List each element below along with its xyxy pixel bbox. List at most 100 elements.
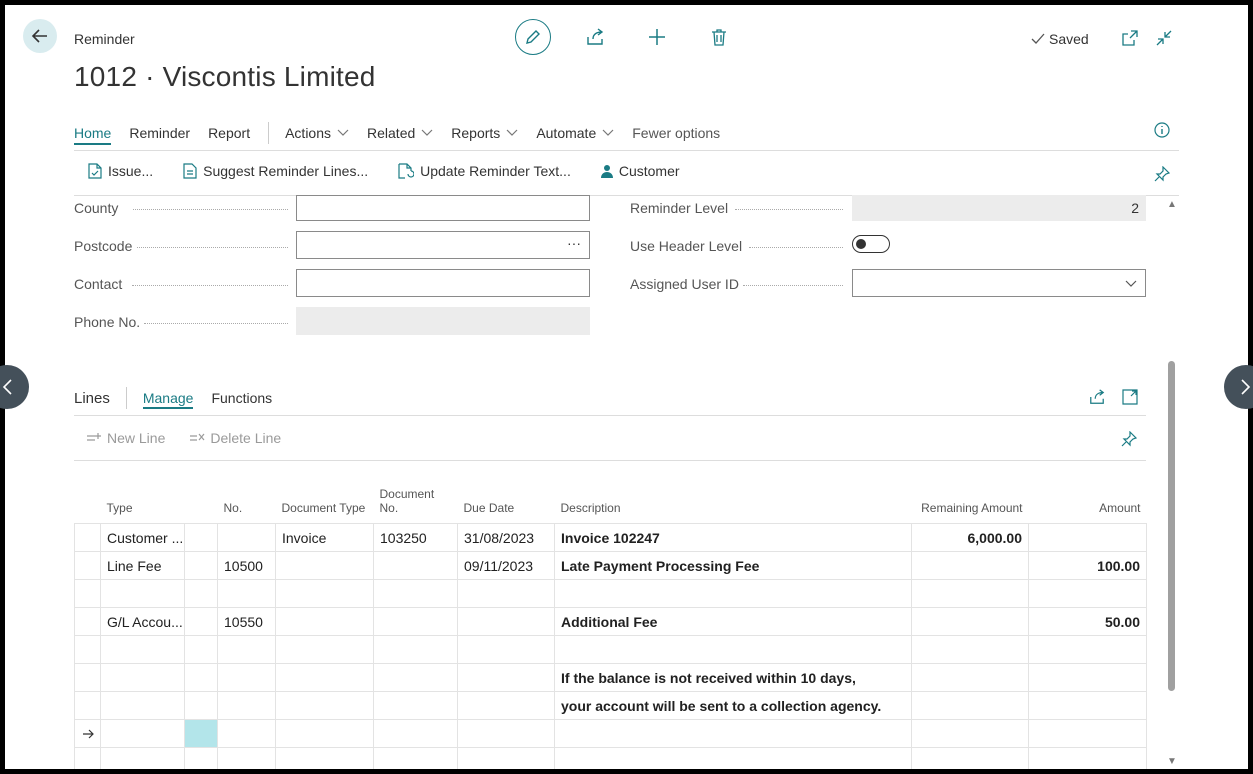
new-button[interactable] xyxy=(645,25,669,49)
cell-spacer[interactable] xyxy=(184,635,218,664)
col-document-no[interactable]: Document No. xyxy=(374,475,458,524)
cell-doc-no[interactable]: 103250 xyxy=(373,523,458,552)
cell-type[interactable] xyxy=(100,719,185,748)
tab-manage[interactable]: Manage xyxy=(142,390,194,409)
row-marker[interactable] xyxy=(74,719,101,748)
issue-action[interactable]: Issue... xyxy=(88,163,153,179)
cell-type[interactable] xyxy=(100,747,185,769)
cell-doc-type[interactable] xyxy=(275,691,374,720)
cell-no[interactable]: 10550 xyxy=(217,607,276,636)
cell-doc-no[interactable] xyxy=(373,691,458,720)
cell-doc-type[interactable] xyxy=(275,719,374,748)
scrollbar-thumb[interactable] xyxy=(1168,361,1175,691)
cell-amount[interactable] xyxy=(1028,635,1147,664)
row-marker[interactable] xyxy=(74,607,101,636)
cell-due[interactable] xyxy=(457,635,555,664)
cell-amount[interactable] xyxy=(1028,719,1147,748)
col-document-type[interactable]: Document Type xyxy=(276,475,374,524)
cell-remaining[interactable] xyxy=(911,691,1029,720)
table-row[interactable]: Line Fee 10500 09/11/2023 Late Payment Proc… xyxy=(74,551,1147,580)
cell-type[interactable] xyxy=(100,691,185,720)
postcode-input[interactable]: ··· xyxy=(296,231,590,259)
cell-doc-type[interactable] xyxy=(275,551,374,580)
cell-amount[interactable] xyxy=(1028,747,1147,769)
cell-doc-type[interactable] xyxy=(275,579,374,608)
table-row[interactable] xyxy=(74,719,1147,748)
use-header-level-toggle[interactable] xyxy=(852,235,890,253)
cell-due[interactable] xyxy=(457,607,555,636)
cell-amount[interactable] xyxy=(1028,691,1147,720)
tab-report[interactable]: Report xyxy=(208,125,250,141)
cell-due[interactable] xyxy=(457,691,555,720)
col-amount[interactable]: Amount xyxy=(1029,475,1147,524)
cell-due[interactable]: 31/08/2023 xyxy=(457,523,555,552)
cell-type[interactable]: Customer ... xyxy=(100,523,185,552)
update-text-action[interactable]: Update Reminder Text... xyxy=(398,163,571,179)
tab-reminder[interactable]: Reminder xyxy=(129,125,190,141)
cell-type[interactable]: Line Fee xyxy=(100,551,185,580)
cell-spacer[interactable] xyxy=(184,579,218,608)
edit-button[interactable] xyxy=(515,19,551,55)
cell-no[interactable] xyxy=(217,663,276,692)
cell-desc[interactable] xyxy=(554,635,912,664)
lines-expand-button[interactable] xyxy=(1120,387,1140,407)
cell-doc-no[interactable] xyxy=(373,579,458,608)
table-row[interactable] xyxy=(74,635,1147,664)
cell-due[interactable] xyxy=(457,663,555,692)
row-marker[interactable] xyxy=(74,579,101,608)
cell-due[interactable] xyxy=(457,719,555,748)
scroll-up-arrow[interactable]: ▲ xyxy=(1167,199,1177,210)
cell-no[interactable] xyxy=(217,523,276,552)
cell-due[interactable]: 09/11/2023 xyxy=(457,551,555,580)
pin-lines-button[interactable] xyxy=(1120,430,1138,448)
col-no[interactable]: No. xyxy=(218,475,276,524)
cell-desc[interactable]: Late Payment Processing Fee xyxy=(554,551,912,580)
cell-amount[interactable] xyxy=(1028,663,1147,692)
tab-home[interactable]: Home xyxy=(74,125,112,145)
cell-spacer[interactable] xyxy=(184,663,218,692)
delete-line-action[interactable]: Delete Line xyxy=(189,430,281,446)
cell-doc-no[interactable] xyxy=(373,551,458,580)
cell-no[interactable] xyxy=(217,691,276,720)
table-row[interactable]: Customer ... Invoice 103250 31/08/2023 Invoi… xyxy=(74,523,1147,552)
new-line-action[interactable]: New Line xyxy=(86,430,165,446)
fewer-options-link[interactable]: Fewer options xyxy=(632,125,720,141)
cell-amount[interactable] xyxy=(1028,523,1147,552)
cell-doc-type[interactable] xyxy=(275,607,374,636)
cell-no[interactable] xyxy=(217,719,276,748)
cell-doc-no[interactable] xyxy=(373,747,458,769)
cell-doc-type[interactable]: Invoice xyxy=(275,523,374,552)
table-row[interactable] xyxy=(74,579,1147,608)
share-button[interactable] xyxy=(583,25,607,49)
contact-input[interactable] xyxy=(296,269,590,297)
cell-no[interactable] xyxy=(217,635,276,664)
cell-desc[interactable]: your account will be sent to a collectio… xyxy=(554,691,912,720)
table-row[interactable] xyxy=(74,747,1147,769)
cell-type[interactable] xyxy=(100,663,185,692)
open-new-window-button[interactable] xyxy=(1119,27,1141,49)
pin-actions-button[interactable] xyxy=(1153,165,1171,183)
row-marker[interactable] xyxy=(74,747,101,769)
menu-automate[interactable]: Automate xyxy=(536,125,614,141)
row-marker[interactable] xyxy=(74,551,101,580)
cell-doc-type[interactable] xyxy=(275,635,374,664)
more-options-icon[interactable]: ··· xyxy=(567,235,581,251)
cell-doc-no[interactable] xyxy=(373,607,458,636)
cell-amount[interactable]: 100.00 xyxy=(1028,551,1147,580)
table-row[interactable]: your account will be sent to a collectio… xyxy=(74,691,1147,720)
delete-button[interactable] xyxy=(707,25,731,49)
scroll-down-arrow[interactable]: ▼ xyxy=(1167,756,1177,767)
cell-no[interactable] xyxy=(217,747,276,769)
cell-desc[interactable]: Additional Fee xyxy=(554,607,912,636)
cell-spacer[interactable] xyxy=(184,719,218,748)
row-marker[interactable] xyxy=(74,635,101,664)
cell-doc-no[interactable] xyxy=(373,635,458,664)
table-row[interactable]: If the balance is not received within 10… xyxy=(74,663,1147,692)
menu-related[interactable]: Related xyxy=(367,125,433,141)
info-button[interactable] xyxy=(1153,121,1171,139)
cell-desc[interactable]: Invoice 102247 xyxy=(554,523,912,552)
cell-no[interactable]: 10500 xyxy=(217,551,276,580)
cell-spacer[interactable] xyxy=(184,691,218,720)
back-button[interactable] xyxy=(23,19,57,53)
col-type[interactable]: Type xyxy=(101,475,185,524)
